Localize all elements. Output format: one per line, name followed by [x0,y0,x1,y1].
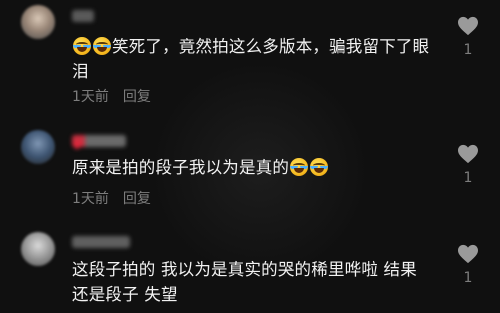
like-count: 1 [463,42,473,58]
heart-outline-icon [458,144,478,164]
username-blurred[interactable] [72,135,126,150]
laughing-crying-emoji [290,158,309,176]
laughing-crying-emoji [73,37,91,55]
comment-meta: 1天前 回复 [72,86,151,106]
like-button[interactable]: 1 [456,16,480,58]
comment-text: 原来是拍的段子我以为是真的 [72,155,430,180]
comment-text: 这段子拍的 我以为是真实的哭的稀里哗啦 结果还是段子 失望 [72,257,430,307]
comment-time: 1天前 [72,89,109,105]
laughing-crying-emoji [310,158,329,176]
comment-text-content: 这段子拍的 我以为是真实的哭的稀里哗啦 结果还是段子 失望 [72,260,417,304]
avatar[interactable] [21,232,55,266]
like-button[interactable]: 1 [456,244,480,286]
comment-meta: 1天前 回复 [72,188,151,208]
heart-outline-icon [458,16,478,36]
comment-time: 1天前 [72,191,109,207]
comment-text: 笑死了，竟然拍这么多版本，骗我留下了眼泪 [72,34,430,84]
reply-button[interactable]: 回复 [123,191,151,207]
avatar[interactable] [21,130,55,164]
laughing-crying-emoji [93,37,111,55]
reply-button[interactable]: 回复 [123,89,151,105]
heart-outline-icon [458,244,478,264]
comment-text-content: 笑死了，竟然拍这么多版本，骗我留下了眼泪 [72,37,430,81]
avatar[interactable] [21,5,55,39]
like-button[interactable]: 1 [456,144,480,186]
like-count: 1 [463,170,473,186]
username-blurred[interactable] [72,236,130,248]
comment-text-content: 原来是拍的段子我以为是真的 [72,158,290,177]
like-count: 1 [463,270,473,286]
username-blurred[interactable] [72,10,94,22]
red-heart-icon [72,141,82,150]
